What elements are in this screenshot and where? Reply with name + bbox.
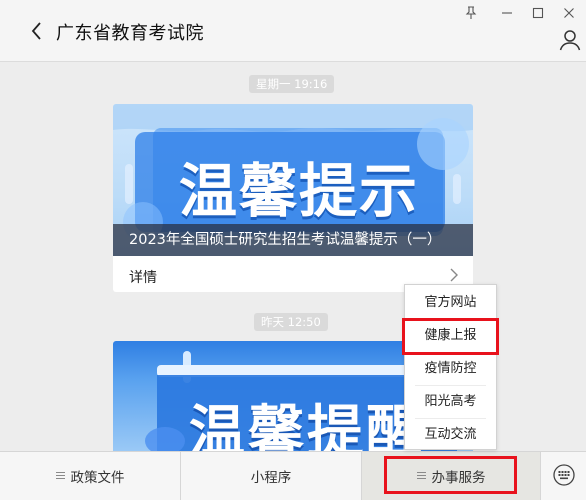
menu-item-policy[interactable]: 政策文件 [0,452,180,500]
submenu-item-epidemic-control[interactable]: 疫情防控 [405,353,496,385]
back-arrow-icon[interactable] [26,18,50,44]
maximize-icon[interactable] [527,4,549,22]
highlight-box-services [384,456,517,494]
profile-icon[interactable] [558,28,582,52]
article-banner-image: 温馨提示 2023年全国硕士研究生招生考试温馨提示（一） [113,104,473,256]
submenu-item-official-site[interactable]: 官方网站 [405,287,496,319]
keyboard-toggle-icon[interactable] [552,463,576,487]
close-icon[interactable] [558,4,580,22]
detail-link[interactable]: 详情 [129,267,157,287]
pin-icon[interactable] [460,4,482,22]
services-submenu: 官方网站 健康上报 疫情防控 阳光高考 互动交流 [404,284,497,450]
message-timestamp: 昨天 12:50 [254,313,328,331]
article-card[interactable]: 温馨提示 2023年全国硕士研究生招生考试温馨提示（一） 详情 [113,104,473,292]
article-caption: 2023年全国硕士研究生招生考试温馨提示（一） [113,224,473,256]
title-bar: 广东省教育考试院 [0,0,586,62]
minimize-icon[interactable] [496,4,518,22]
chevron-right-icon [450,268,458,282]
banner-headline: 温馨提醒 [189,400,425,453]
menu-item-label: 政策文件 [70,470,125,486]
highlight-box-health-report [402,318,499,355]
banner-headline: 温馨提示 [179,157,420,225]
page-title: 广东省教育考试院 [56,23,204,44]
menu-list-icon [55,472,65,480]
message-timestamp: 星期一 19:16 [249,75,335,93]
submenu-item-interaction[interactable]: 互动交流 [405,419,496,451]
menu-item-label: 小程序 [250,470,292,486]
submenu-item-sunshine-gaokao[interactable]: 阳光高考 [405,386,496,418]
menu-item-mini-program[interactable]: 小程序 [181,452,361,500]
menu-divider [540,452,541,500]
